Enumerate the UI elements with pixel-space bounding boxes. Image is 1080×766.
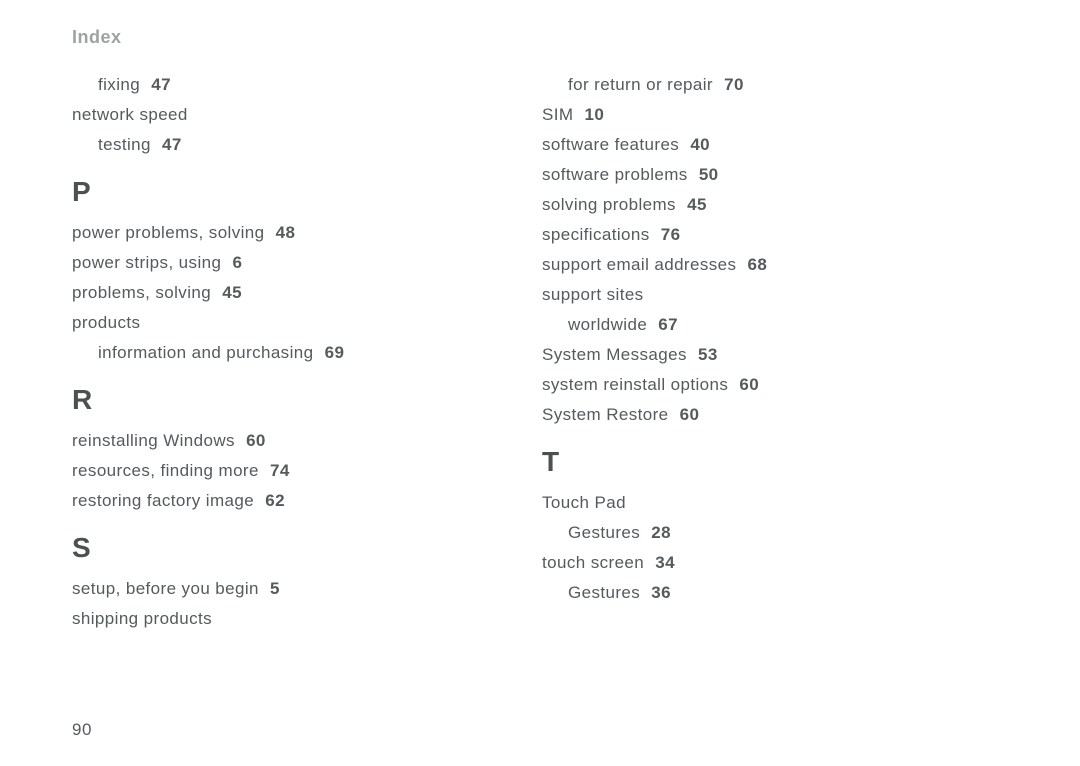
section-letter: S <box>72 532 522 564</box>
index-entry-page: 10 <box>573 105 604 124</box>
index-entry[interactable]: Touch Pad <box>542 488 992 518</box>
index-entry-page: 67 <box>647 315 678 334</box>
index-entry[interactable]: system reinstall options 60 <box>542 370 992 400</box>
index-entry-label: network speed <box>72 105 188 124</box>
index-entry[interactable]: worldwide 67 <box>542 310 992 340</box>
index-entry-label: support sites <box>542 285 644 304</box>
index-entry-label: power problems, solving <box>72 223 265 242</box>
index-entry[interactable]: SIM 10 <box>542 100 992 130</box>
index-entry-label: for return or repair <box>568 75 713 94</box>
index-entry-label: software problems <box>542 165 688 184</box>
index-entry-page: 60 <box>669 405 700 424</box>
index-entry-label: worldwide <box>568 315 647 334</box>
index-entry-label: information and purchasing <box>98 343 313 362</box>
index-entry-label: reinstalling Windows <box>72 431 235 450</box>
index-entry[interactable]: System Messages 53 <box>542 340 992 370</box>
section-letter: P <box>72 176 522 208</box>
index-entry-page: 48 <box>265 223 296 242</box>
index-entry[interactable]: information and purchasing 69 <box>72 338 522 368</box>
index-entry-page: 62 <box>254 491 285 510</box>
index-entry[interactable]: Gestures 36 <box>542 578 992 608</box>
index-entry-label: testing <box>98 135 151 154</box>
index-page: Index fixing 47 network speed testing 47 Pp… <box>0 0 1080 766</box>
index-entry[interactable]: support sites <box>542 280 992 310</box>
index-entry-label: SIM <box>542 105 573 124</box>
index-entry-label: Gestures <box>568 523 640 542</box>
index-entry-label: system reinstall options <box>542 375 728 394</box>
index-entry-label: problems, solving <box>72 283 211 302</box>
index-entry-label: System Messages <box>542 345 687 364</box>
index-entry-page: 40 <box>679 135 710 154</box>
index-entry-label: Gestures <box>568 583 640 602</box>
section-letter: R <box>72 384 522 416</box>
index-entry[interactable]: power strips, using 6 <box>72 248 522 278</box>
index-entry[interactable]: restoring factory image 62 <box>72 486 522 516</box>
index-entry-label: fixing <box>98 75 140 94</box>
index-entry-page: 70 <box>713 75 744 94</box>
index-column-left: fixing 47 network speed testing 47 Ppower p… <box>72 70 522 634</box>
page-title: Index <box>72 27 1008 48</box>
index-entry-label: solving problems <box>542 195 676 214</box>
index-column-right: for return or repair 70SIM 10software fe… <box>542 70 992 634</box>
index-entry-label: products <box>72 313 140 332</box>
index-entry-label: specifications <box>542 225 650 244</box>
index-entry-page: 68 <box>736 255 767 274</box>
index-entry-page: 50 <box>688 165 719 184</box>
index-entry-page: 47 <box>140 75 171 94</box>
index-entry[interactable]: shipping products <box>72 604 522 634</box>
index-entry[interactable]: touch screen 34 <box>542 548 992 578</box>
index-entry[interactable]: setup, before you begin 5 <box>72 574 522 604</box>
index-entry-label: Touch Pad <box>542 493 626 512</box>
index-entry-label: touch screen <box>542 553 644 572</box>
index-entry-page: 34 <box>644 553 675 572</box>
index-entry[interactable]: support email addresses 68 <box>542 250 992 280</box>
index-entry-page: 69 <box>313 343 344 362</box>
index-entry[interactable]: System Restore 60 <box>542 400 992 430</box>
index-entry[interactable]: software features 40 <box>542 130 992 160</box>
index-entry-page: 36 <box>640 583 671 602</box>
index-entry-page: 45 <box>676 195 707 214</box>
page-number: 90 <box>72 720 92 740</box>
index-entry-page: 60 <box>235 431 266 450</box>
index-entry-label: setup, before you begin <box>72 579 259 598</box>
index-entry-page: 74 <box>259 461 290 480</box>
index-entry[interactable]: software problems 50 <box>542 160 992 190</box>
index-entry-label: resources, finding more <box>72 461 259 480</box>
index-entry[interactable]: fixing 47 <box>72 70 522 100</box>
section-letter: T <box>542 446 992 478</box>
index-entry-page: 76 <box>650 225 681 244</box>
index-entry[interactable]: solving problems 45 <box>542 190 992 220</box>
index-entry-page: 6 <box>221 253 242 272</box>
index-entry-label: support email addresses <box>542 255 736 274</box>
index-entry[interactable]: reinstalling Windows 60 <box>72 426 522 456</box>
index-entry-label: restoring factory image <box>72 491 254 510</box>
index-columns: fixing 47 network speed testing 47 Ppower p… <box>72 70 1008 634</box>
index-entry-label: power strips, using <box>72 253 221 272</box>
index-entry-page: 47 <box>151 135 182 154</box>
index-entry-page: 5 <box>259 579 280 598</box>
index-entry[interactable]: for return or repair 70 <box>542 70 992 100</box>
index-entry[interactable]: power problems, solving 48 <box>72 218 522 248</box>
index-entry-label: software features <box>542 135 679 154</box>
index-entry-page: 45 <box>211 283 242 302</box>
index-entry[interactable]: resources, finding more 74 <box>72 456 522 486</box>
index-entry[interactable]: specifications 76 <box>542 220 992 250</box>
index-entry-page: 28 <box>640 523 671 542</box>
index-entry-label: System Restore <box>542 405 669 424</box>
index-entry[interactable]: testing 47 <box>72 130 522 160</box>
index-entry[interactable]: problems, solving 45 <box>72 278 522 308</box>
index-entry[interactable]: network speed <box>72 100 522 130</box>
index-entry-page: 53 <box>687 345 718 364</box>
index-entry-label: shipping products <box>72 609 212 628</box>
index-entry[interactable]: Gestures 28 <box>542 518 992 548</box>
index-entry-page: 60 <box>728 375 759 394</box>
index-entry[interactable]: products <box>72 308 522 338</box>
